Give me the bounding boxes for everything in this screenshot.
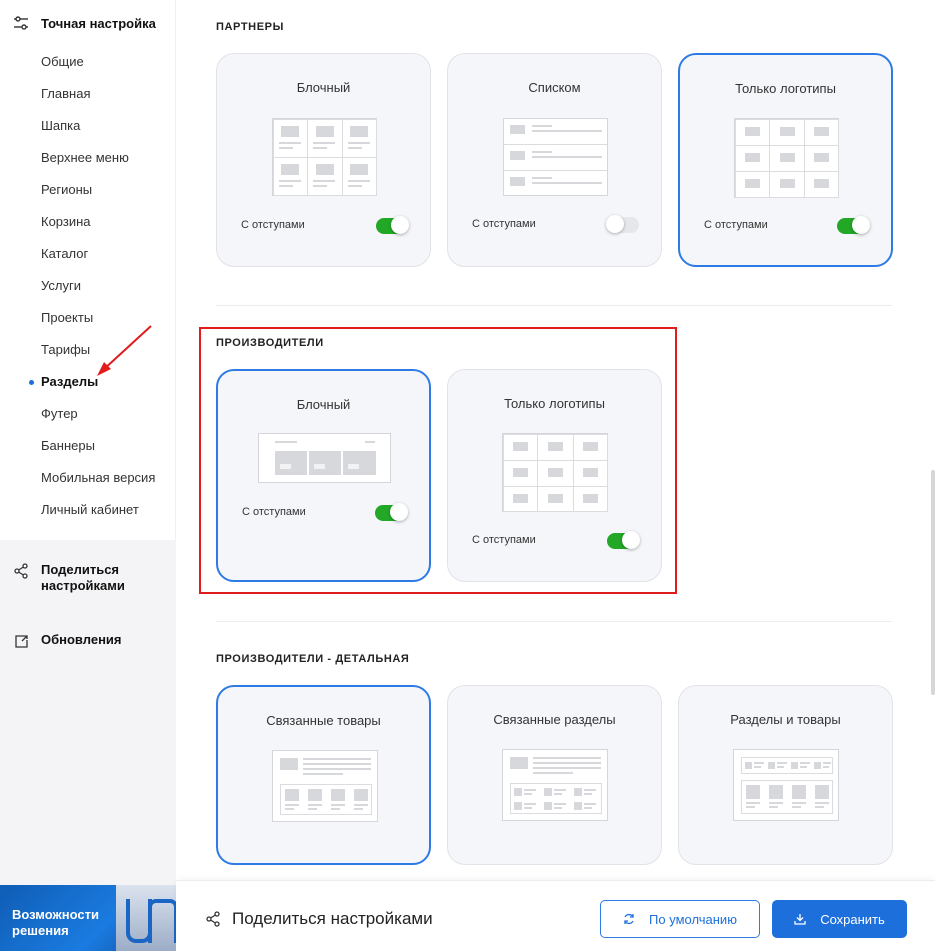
card-partners-block[interactable]: Блочный С отступами <box>216 53 431 267</box>
padding-toggle[interactable] <box>376 216 409 234</box>
sidebar-heading[interactable]: Точная настройка <box>0 0 175 46</box>
layout-preview-sections-products <box>733 749 839 821</box>
footer-share-label: Поделиться настройками <box>232 909 433 928</box>
sidebar-item-header[interactable]: Шапка <box>0 110 175 142</box>
card-partners-list[interactable]: Списком С отступами <box>447 53 662 267</box>
sidebar-item-tariffs[interactable]: Тарифы <box>0 334 175 366</box>
card-title: Только логотипы <box>735 81 836 96</box>
footer-share-settings[interactable]: Поделиться настройками <box>206 909 433 929</box>
save-button-label: Сохранить <box>820 911 885 927</box>
sidebar-item-label: Баннеры <box>41 438 95 453</box>
layout-preview-logo-grid <box>734 118 839 198</box>
sidebar-item-projects[interactable]: Проекты <box>0 302 175 334</box>
layout-preview-list <box>503 118 608 196</box>
highlight-box <box>199 327 677 594</box>
active-dot-icon <box>29 380 34 385</box>
sidebar-item-label: Проекты <box>41 310 94 325</box>
section-divider <box>216 621 892 622</box>
footer-bar: Поделиться настройками По умолчанию Сохр… <box>176 880 935 951</box>
sidebar-share-settings[interactable]: Поделиться настройками <box>0 562 176 594</box>
card-detail-related-products[interactable]: Связанные товары <box>216 685 431 865</box>
sidebar-item-label: Верхнее меню <box>41 150 129 165</box>
section-divider <box>216 305 892 306</box>
card-detail-sections-and-products[interactable]: Разделы и товары <box>678 685 893 865</box>
sidebar-bottom-panel: Поделиться настройками Обновления <box>0 540 176 885</box>
sidebar-item-label: Футер <box>41 406 78 421</box>
sidebar-item-account[interactable]: Личный кабинет <box>0 494 175 526</box>
sidebar-item-services[interactable]: Услуги <box>0 270 175 302</box>
share-icon <box>12 562 30 580</box>
sidebar-item-label: Каталог <box>41 246 89 261</box>
default-button-label: По умолчанию <box>649 911 737 927</box>
sidebar-item-label: Тарифы <box>41 342 91 357</box>
card-partners-logos[interactable]: Только логотипы С отступами <box>678 53 893 267</box>
sidebar-item-footer[interactable]: Футер <box>0 398 175 430</box>
scrollbar[interactable] <box>931 470 935 695</box>
brand-logo-icon <box>116 885 176 951</box>
sidebar-item-general[interactable]: Общие <box>0 46 175 78</box>
padding-toggle[interactable] <box>837 216 870 234</box>
refresh-icon <box>623 913 635 925</box>
card-title: Связанные разделы <box>493 712 616 727</box>
sidebar-item-label: Корзина <box>41 214 91 229</box>
sidebar-item-cart[interactable]: Корзина <box>0 206 175 238</box>
sidebar-item-banners[interactable]: Баннеры <box>0 430 175 462</box>
default-button[interactable]: По умолчанию <box>600 900 760 938</box>
card-title: Связанные товары <box>266 713 381 728</box>
sidebar-share-label: Поделиться настройками <box>41 562 125 593</box>
sidebar-item-sections[interactable]: Разделы <box>0 366 175 398</box>
option-label: С отступами <box>472 218 536 230</box>
option-label: С отступами <box>241 219 305 231</box>
sidebar-settings-panel: Точная настройка Общие Главная Шапка Вер… <box>0 0 176 540</box>
sidebar-item-label: Общие <box>41 54 84 69</box>
option-label: С отступами <box>704 219 768 231</box>
card-detail-related-sections[interactable]: Связанные разделы <box>447 685 662 865</box>
sidebar-item-home[interactable]: Главная <box>0 78 175 110</box>
promo-banner-text: Возможности решения <box>12 907 99 938</box>
sidebar-item-catalog[interactable]: Каталог <box>0 238 175 270</box>
sidebar-item-label: Шапка <box>41 118 81 133</box>
sliders-icon <box>12 14 30 32</box>
sidebar-item-label: Разделы <box>41 374 99 389</box>
card-title: Блочный <box>296 80 351 95</box>
section-title-partners: ПАРТНЕРЫ <box>216 21 284 33</box>
section-title-manufacturers-detail: ПРОИЗВОДИТЕЛИ - ДЕТАЛЬНАЯ <box>216 653 410 665</box>
sidebar-item-label: Мобильная версия <box>41 470 156 485</box>
share-icon <box>206 911 220 927</box>
sidebar-item-regions[interactable]: Регионы <box>0 174 175 206</box>
updates-icon <box>12 632 30 650</box>
sidebar-item-top-menu[interactable]: Верхнее меню <box>0 142 175 174</box>
card-title: Разделы и товары <box>730 712 841 727</box>
card-title: Списком <box>528 80 581 95</box>
save-button[interactable]: Сохранить <box>772 900 907 938</box>
sidebar-item-label: Личный кабинет <box>41 502 139 517</box>
sidebar-heading-label: Точная настройка <box>41 15 156 31</box>
sidebar: Точная настройка Общие Главная Шапка Вер… <box>0 0 176 951</box>
layout-preview-detail <box>272 750 378 822</box>
sidebar-updates-label: Обновления <box>41 632 122 647</box>
layout-preview-detail-sections <box>502 749 608 821</box>
sidebar-item-label: Услуги <box>41 278 81 293</box>
promo-banner[interactable]: Возможности решения <box>0 885 176 951</box>
sidebar-item-mobile[interactable]: Мобильная версия <box>0 462 175 494</box>
sidebar-item-label: Регионы <box>41 182 93 197</box>
padding-toggle[interactable] <box>606 215 639 233</box>
layout-preview-block-grid <box>272 118 377 196</box>
sidebar-item-label: Главная <box>41 86 91 101</box>
download-icon <box>794 913 806 925</box>
sidebar-updates[interactable]: Обновления <box>0 632 176 650</box>
